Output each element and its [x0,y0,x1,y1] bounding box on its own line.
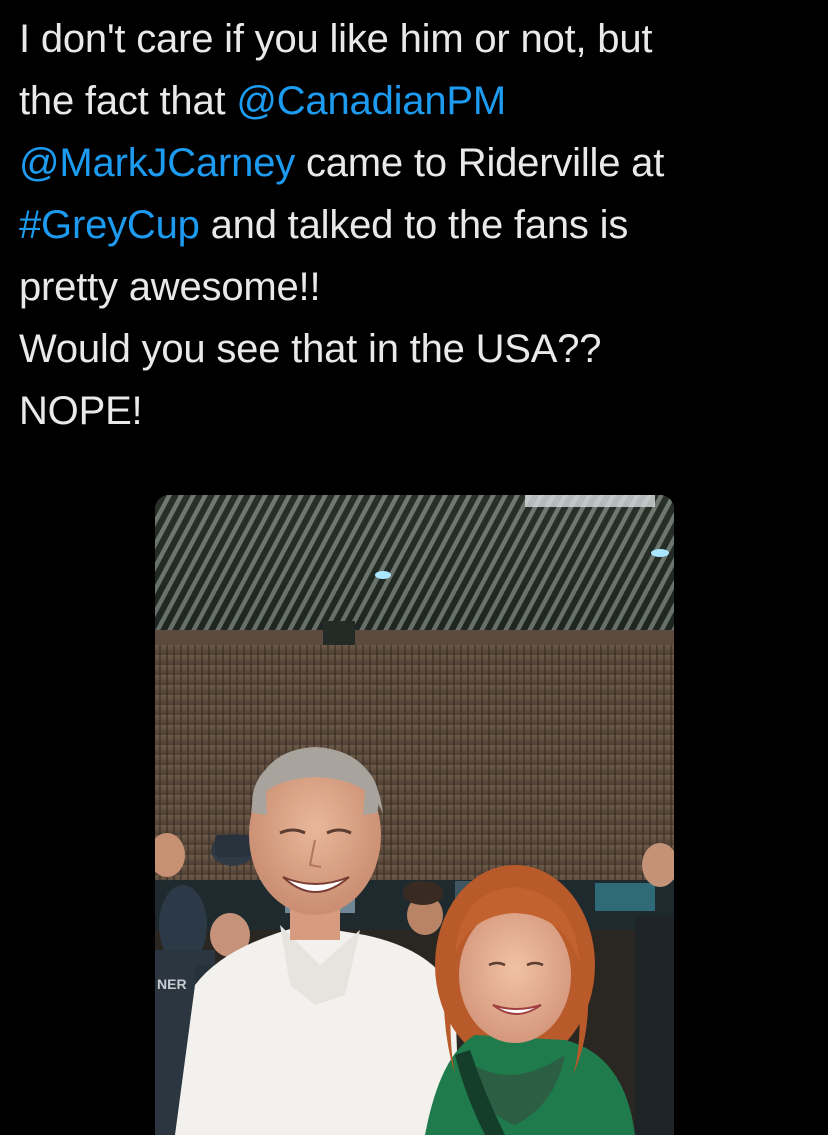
tweet-text-segment: came to Riderville at [295,141,665,185]
tweet-line: the fact that @CanadianPM [19,70,809,132]
tweet-line: #GreyCup and talked to the fans is [19,194,809,256]
tweet-text-segment: Would you see that in the USA?? [19,327,602,371]
tweet-text-segment: pretty awesome!! [19,265,321,309]
tweet-line: Would you see that in the USA?? [19,318,809,380]
hashtag-link[interactable]: #GreyCup [19,203,200,247]
tweet-text-segment: NOPE! [19,389,143,433]
tweet-text-segment: I don't care if you like him or not, but [19,17,653,61]
tweet-text-segment: and talked to the fans is [199,203,629,247]
tweet-line: pretty awesome!! [19,256,809,318]
mention-link[interactable]: @MarkJCarney [19,141,295,185]
tweet-line: NOPE! [19,380,809,442]
shirt-lettering: NER [157,976,187,992]
mention-link[interactable]: @CanadianPM [236,79,506,123]
tweet-line: I don't care if you like him or not, but [19,8,809,70]
tweet-text: I don't care if you like him or not, but… [19,8,809,442]
tweet-photo[interactable]: NER [155,495,674,1135]
photo-illustration: NER [155,495,674,1135]
tweet-line: @MarkJCarney came to Riderville at [19,132,809,194]
tweet-text-segment: the fact that [19,79,237,123]
